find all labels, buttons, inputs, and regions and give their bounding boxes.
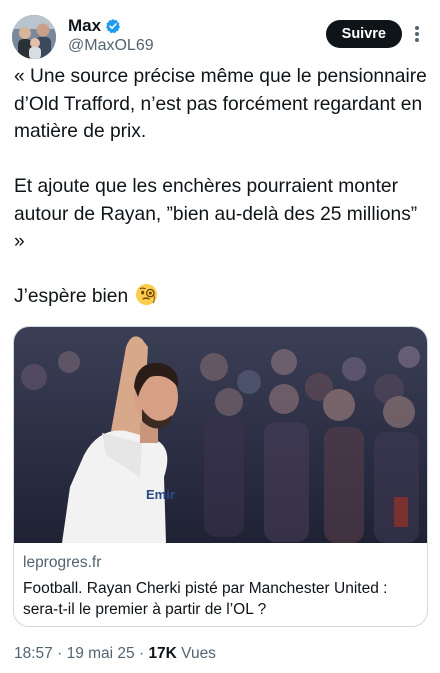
meta-separator: ·	[134, 645, 149, 662]
verified-badge-icon	[105, 18, 121, 34]
tweet-header: Max @MaxOL69 Suivre	[12, 14, 428, 60]
tweet-paragraph-text: J’espère bien	[14, 286, 129, 307]
tweet-time[interactable]: 18:57	[14, 645, 53, 662]
follow-button[interactable]: Suivre	[325, 20, 402, 48]
link-preview-card[interactable]: Emir leprogres.fr Football. Rayan Cherki…	[13, 326, 428, 627]
tweet-meta: 18:57 · 19 mai 25 · 17K Vues	[14, 645, 216, 663]
meta-separator: ·	[52, 645, 67, 662]
author-name-row[interactable]: Max	[68, 16, 121, 36]
tweet-text: « Une source précise même que le pension…	[14, 63, 428, 315]
views-count[interactable]: 17K	[148, 645, 176, 662]
card-title[interactable]: Football. Rayan Cherki pisté par Manches…	[23, 578, 419, 620]
tweet-date[interactable]: 19 mai 25	[67, 645, 135, 662]
tweet-paragraph: Et ajoute que les enchères pourraient mo…	[14, 176, 418, 252]
tweet-paragraph: « Une source précise même que le pension…	[14, 66, 427, 142]
display-name[interactable]: Max	[68, 16, 101, 36]
views-label[interactable]: Vues	[177, 645, 216, 662]
card-image[interactable]: Emir	[14, 327, 427, 543]
tweet-paragraph-last: J’espère bien	[14, 283, 428, 315]
more-options-icon[interactable]	[408, 24, 426, 44]
svg-text:Emir: Emir	[146, 487, 175, 502]
card-domain[interactable]: leprogres.fr	[23, 554, 101, 572]
face-with-monocle-icon	[135, 283, 158, 315]
author-handle[interactable]: @MaxOL69	[68, 37, 154, 55]
avatar[interactable]	[12, 15, 56, 59]
